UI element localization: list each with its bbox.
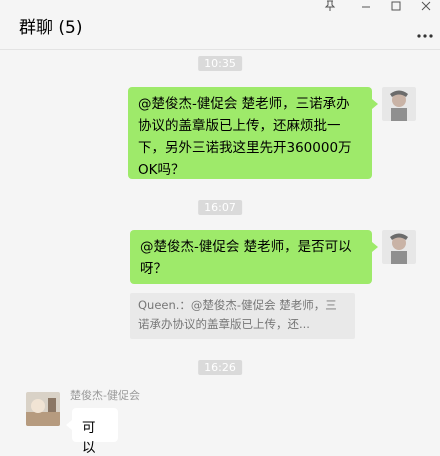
outgoing-message[interactable]: @楚俊杰-健促会 楚老师，是否可以呀？ xyxy=(130,230,378,284)
my-avatar[interactable] xyxy=(382,230,416,264)
title-bar: 群聊 (5) xyxy=(0,0,440,50)
timestamp: 16:07 xyxy=(198,200,242,215)
timestamp: 10:35 xyxy=(198,56,242,71)
pin-icon[interactable] xyxy=(318,0,342,16)
quoted-message[interactable]: Queen.：@楚俊杰-健促会 楚老师，三诺承办协议的盖章版已上传，还... xyxy=(130,293,355,339)
incoming-message[interactable]: 可以 xyxy=(66,408,118,456)
sender-name: 楚俊杰-健促会 xyxy=(70,389,140,402)
timestamp: 16:26 xyxy=(198,360,242,375)
minimize-icon[interactable] xyxy=(354,0,378,16)
my-avatar[interactable] xyxy=(382,87,416,121)
chat-title: 群聊 (5) xyxy=(19,18,83,38)
maximize-icon[interactable] xyxy=(384,0,408,16)
more-icon[interactable] xyxy=(416,30,434,39)
sender-avatar[interactable] xyxy=(26,392,60,426)
close-icon[interactable] xyxy=(414,0,438,16)
outgoing-message[interactable]: @楚俊杰-健促会 楚老师，三诺承办协议的盖章版已上传，还麻烦批一下，另外三诺我这… xyxy=(128,87,378,179)
